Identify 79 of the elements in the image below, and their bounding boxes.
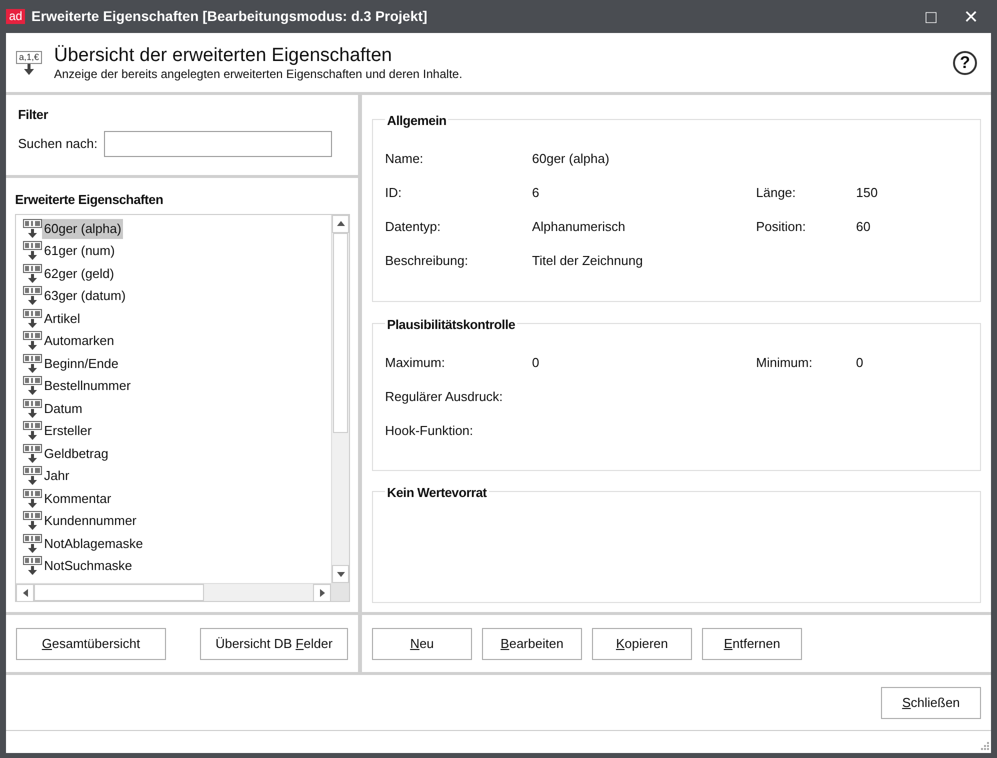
field-label: Name: bbox=[385, 150, 424, 168]
field-label: Position: bbox=[756, 218, 807, 236]
property-icon bbox=[23, 264, 42, 284]
list-item[interactable]: Bestellnummer bbox=[23, 375, 331, 398]
property-icon bbox=[23, 421, 42, 442]
property-icon bbox=[23, 534, 42, 554]
field-label: Maximum: bbox=[385, 354, 446, 372]
field-label: Beschreibung: bbox=[385, 252, 470, 270]
app-logo: ad bbox=[6, 9, 26, 24]
scroll-right-button[interactable] bbox=[313, 584, 331, 601]
list-item[interactable]: NotAblagemaske bbox=[23, 532, 331, 555]
scroll-up-button[interactable] bbox=[332, 214, 349, 232]
field-value: 60 bbox=[856, 218, 870, 236]
section-title: Filter bbox=[18, 106, 50, 124]
property-icon bbox=[23, 488, 42, 509]
field-label: Hook-Funktion: bbox=[385, 422, 474, 440]
field-value: 0 bbox=[532, 354, 540, 372]
property-icon bbox=[23, 218, 42, 239]
property-icon bbox=[23, 511, 42, 532]
scroll-down-button[interactable] bbox=[332, 565, 349, 583]
button[interactable]: Gesamtübersicht bbox=[16, 628, 166, 660]
property-icon bbox=[23, 286, 42, 306]
property-icon bbox=[23, 241, 42, 262]
list-item[interactable]: Datum bbox=[23, 398, 331, 420]
button[interactable]: Übersicht DB Felder bbox=[200, 628, 348, 660]
list-item[interactable]: NotSuchmaske bbox=[23, 555, 331, 578]
button[interactable]: Bearbeiten bbox=[482, 628, 582, 660]
field-label: Minimum: bbox=[756, 354, 814, 372]
field-label: Länge: bbox=[756, 184, 797, 202]
search-field[interactable] bbox=[104, 131, 332, 157]
list-item[interactable]: Kommentar bbox=[23, 488, 331, 510]
button[interactable]: Kopieren bbox=[592, 628, 692, 660]
list-item[interactable]: 63ger (datum) bbox=[23, 285, 331, 308]
property-icon bbox=[23, 331, 42, 352]
scrollbar-thumb[interactable] bbox=[34, 584, 204, 601]
list-item[interactable]: Automarken bbox=[23, 330, 331, 352]
resize-grip-icon[interactable] bbox=[979, 740, 989, 750]
property-icon bbox=[23, 308, 42, 329]
list-item[interactable]: Geldbetrag bbox=[23, 442, 331, 465]
list-item[interactable]: 60ger (alpha) bbox=[23, 218, 331, 240]
maximize-button[interactable]: □ bbox=[911, 8, 951, 26]
left-arrow-icon bbox=[22, 589, 28, 597]
window-title: Erweiterte Eigenschaften [Bearbeitungsmodus: d.3 Projekt] bbox=[31, 7, 428, 26]
property-icon bbox=[23, 398, 42, 419]
property-icon bbox=[23, 354, 42, 374]
field-value: 150 bbox=[856, 184, 878, 202]
field-label: Datentyp: bbox=[385, 218, 442, 236]
property-icon bbox=[23, 444, 42, 464]
field-value: Titel der Zeichnung bbox=[532, 252, 643, 270]
scroll-left-button[interactable] bbox=[16, 584, 34, 601]
field-label: Regulärer Ausdruck: bbox=[385, 388, 503, 406]
list-item[interactable]: Jahr bbox=[23, 465, 331, 488]
field-label: ID: bbox=[385, 184, 403, 202]
list-item[interactable]: 62ger (geld) bbox=[23, 262, 331, 285]
list-item[interactable]: 61ger (num) bbox=[23, 240, 331, 262]
list-item[interactable]: Ersteller bbox=[23, 420, 331, 442]
up-arrow-icon bbox=[336, 221, 344, 226]
property-icon bbox=[23, 466, 42, 486]
list-item[interactable]: Kundennummer bbox=[23, 510, 331, 532]
property-icon bbox=[23, 556, 42, 576]
help-button[interactable]: ? bbox=[953, 50, 977, 74]
search-label: Suchen nach: bbox=[18, 135, 98, 154]
scrollbar-thumb[interactable] bbox=[333, 232, 348, 432]
list-item[interactable]: Artikel bbox=[23, 308, 331, 330]
button[interactable]: Schließen bbox=[881, 686, 981, 718]
property-icon bbox=[23, 376, 42, 396]
field-value: 6 bbox=[532, 184, 540, 202]
header-subtitle: Anzeige der bereits angelegten erweiterten Eigenschaften und deren Inhalte. bbox=[54, 66, 462, 80]
header-title: Übersicht der erweiterten Eigenschaften bbox=[54, 44, 393, 66]
button[interactable]: Entfernen bbox=[702, 628, 802, 660]
field-value: 60ger (alpha) bbox=[532, 150, 610, 168]
down-arrow-icon bbox=[336, 572, 344, 576]
section-title: Erweiterte Eigenschaften bbox=[15, 191, 164, 209]
list-item[interactable]: Beginn/Ende bbox=[23, 352, 331, 375]
field-value: Alphanumerisch bbox=[532, 218, 626, 236]
right-arrow-icon bbox=[320, 589, 324, 597]
button[interactable]: Neu bbox=[372, 628, 472, 660]
field-value: 0 bbox=[856, 354, 864, 372]
close-button[interactable]: ✕ bbox=[951, 8, 991, 26]
